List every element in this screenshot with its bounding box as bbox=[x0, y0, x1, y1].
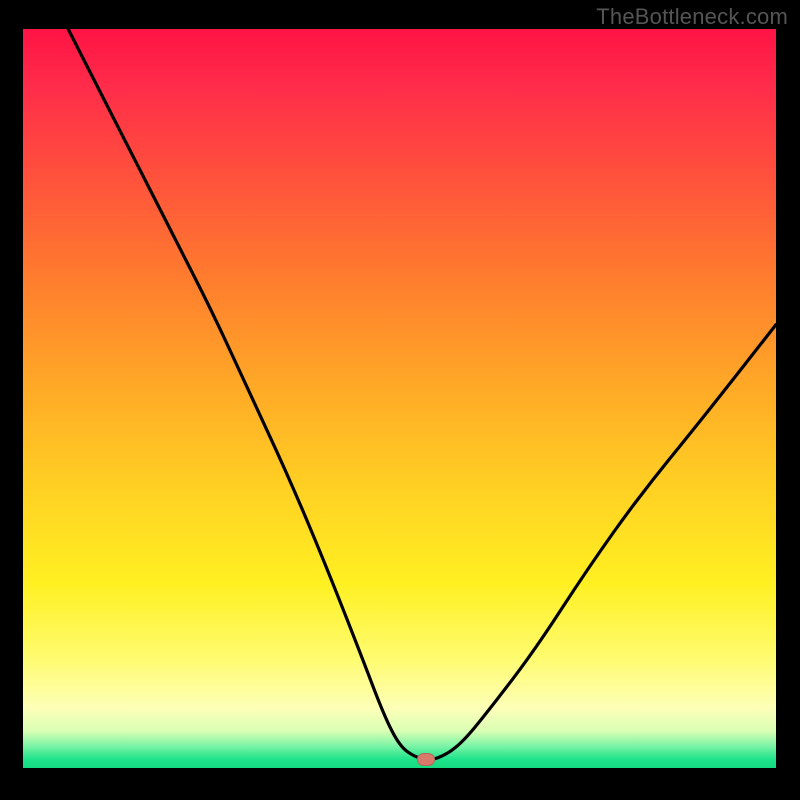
chart-stage: TheBottleneck.com bbox=[0, 0, 800, 800]
plot-area bbox=[23, 29, 776, 768]
optimal-marker bbox=[417, 753, 435, 766]
bottleneck-curve bbox=[23, 29, 776, 768]
watermark-text: TheBottleneck.com bbox=[596, 4, 788, 30]
